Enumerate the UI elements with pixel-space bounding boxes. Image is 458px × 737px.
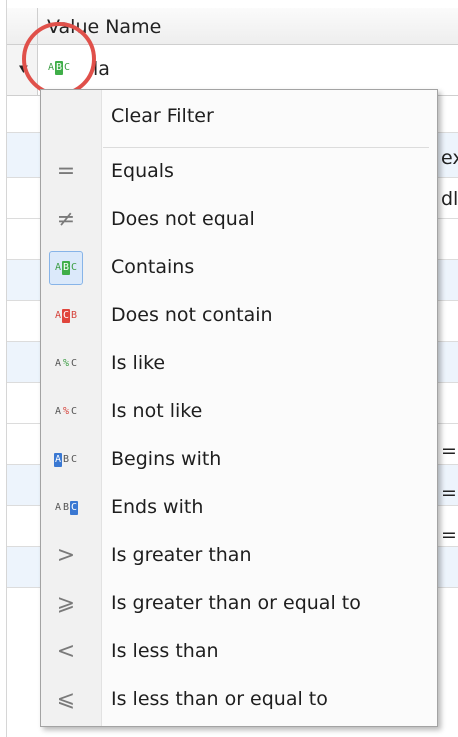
menu-item-does-not-equal[interactable]: ≠ Does not equal xyxy=(41,197,437,243)
menu-item-contains[interactable]: ABC Contains xyxy=(41,245,437,291)
menu-separator xyxy=(103,147,429,148)
equals-icon: = xyxy=(56,159,76,184)
highlight-circle xyxy=(22,22,96,96)
not-equal-icon: ≠ xyxy=(56,207,76,232)
menu-item-is-greater-than-or-equal[interactable]: ⩾ Is greater than or equal to xyxy=(41,581,437,627)
menu-item-label: Is greater than or equal to xyxy=(111,592,361,614)
menu-item-is-less-than-or-equal[interactable]: ⩽ Is less than or equal to xyxy=(41,677,437,723)
contains-icon: ABC xyxy=(49,251,83,285)
greater-or-equal-icon: ⩾ xyxy=(56,591,76,616)
does-not-contain-icon: ACB xyxy=(54,309,78,323)
menu-item-is-greater-than[interactable]: > Is greater than xyxy=(41,533,437,579)
menu-item-label: Does not contain xyxy=(111,304,273,326)
menu-item-label: Is less than or equal to xyxy=(111,688,328,710)
table-cell-fragment: dll, xyxy=(441,188,458,210)
menu-item-label: Clear Filter xyxy=(111,105,214,127)
menu-item-is-not-like[interactable]: A% C Is not like xyxy=(41,389,437,435)
menu-item-is-less-than[interactable]: < Is less than xyxy=(41,629,437,675)
table-cell-fragment: =10 xyxy=(441,524,458,546)
filter-condition-menu: Clear Filter = Equals ≠ Does not equal A… xyxy=(40,89,438,727)
menu-item-equals[interactable]: = Equals xyxy=(41,149,437,195)
menu-item-clear-filter[interactable]: Clear Filter xyxy=(41,94,437,140)
less-than-icon: < xyxy=(56,639,76,664)
menu-item-label: Is not like xyxy=(111,400,203,422)
menu-item-label: Is less than xyxy=(111,640,219,662)
ends-with-icon: ABC xyxy=(54,501,78,515)
menu-item-label: Is like xyxy=(111,352,166,374)
menu-item-ends-with[interactable]: ABC Ends with xyxy=(41,485,437,531)
menu-item-is-like[interactable]: A% C Is like xyxy=(41,341,437,387)
is-like-icon: A% C xyxy=(54,358,78,369)
menu-item-label: Equals xyxy=(111,160,174,182)
table-cell-fragment: exe xyxy=(441,147,458,169)
table-cell-fragment: =10 xyxy=(441,440,458,462)
menu-item-does-not-contain[interactable]: ACB Does not contain xyxy=(41,293,437,339)
menu-item-label: Ends with xyxy=(111,496,204,518)
menu-item-label: Begins with xyxy=(111,448,222,470)
table-cell-fragment: =10 xyxy=(441,482,458,504)
less-or-equal-icon: ⩽ xyxy=(56,687,76,712)
begins-with-icon: ABC xyxy=(54,453,78,467)
menu-item-label: Is greater than xyxy=(111,544,252,566)
menu-item-label: Contains xyxy=(111,256,195,278)
menu-item-label: Does not equal xyxy=(111,208,255,230)
greater-than-icon: > xyxy=(56,543,76,568)
menu-item-begins-with[interactable]: ABC Begins with xyxy=(41,437,437,483)
is-not-like-icon: A% C xyxy=(54,406,78,417)
